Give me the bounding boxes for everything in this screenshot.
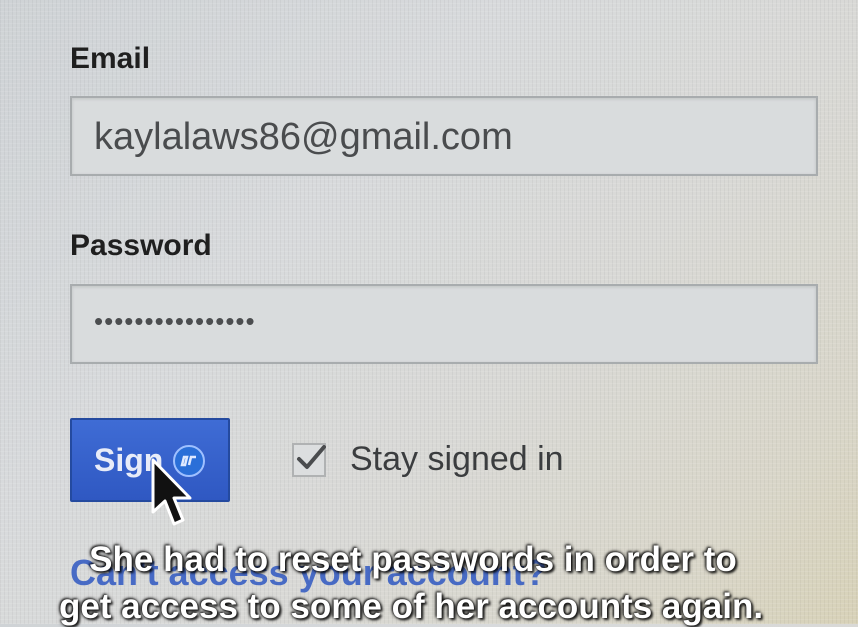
email-field[interactable]: kaylalaws86@gmail.com [70, 96, 818, 176]
checkmark-icon [297, 445, 326, 469]
email-value: kaylalaws86@gmail.com [94, 116, 513, 158]
stay-signed-in-label: Stay signed in [350, 440, 564, 478]
stay-signed-in-checkbox[interactable] [292, 443, 326, 477]
password-label: Password [70, 229, 212, 262]
password-field[interactable]: •••••••••••••••• [70, 284, 818, 364]
subtitle-line-2: get access to some of her accounts again… [58, 587, 764, 626]
subtitle-line-1: She had to reset passwords in order to [89, 540, 737, 579]
password-value: •••••••••••••••• [94, 306, 256, 336]
mouse-pointer-icon [151, 458, 192, 526]
email-label: Email [70, 42, 151, 75]
